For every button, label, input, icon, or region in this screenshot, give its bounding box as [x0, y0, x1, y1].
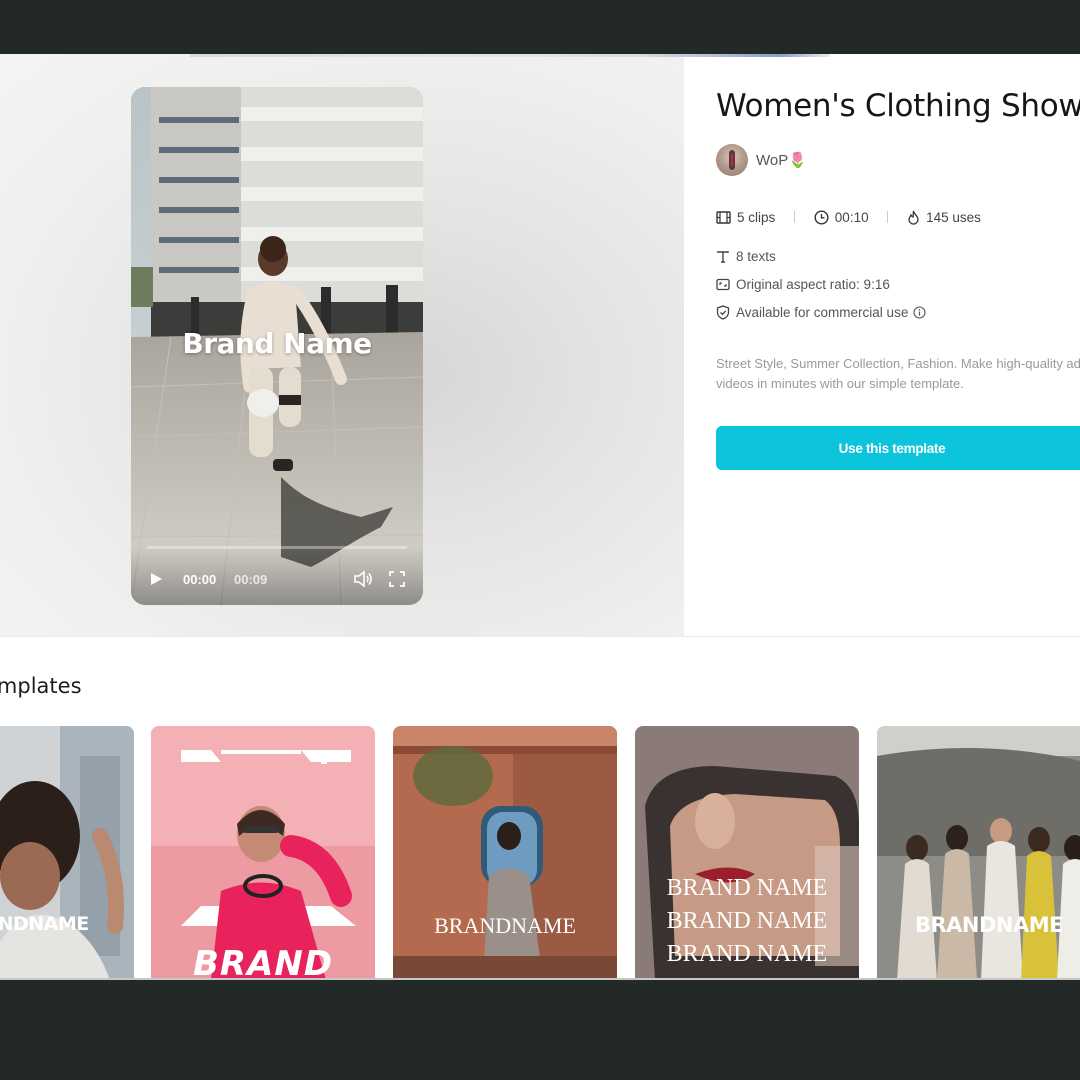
template-detail-page: Brand Name 00:00 00:09 Women's Clothing … [0, 54, 1080, 980]
author-name[interactable]: WoP🌷 [756, 151, 807, 169]
aspect-ratio-icon [716, 278, 730, 291]
template-card[interactable]: BRANDNAME [877, 726, 1080, 980]
info-icon[interactable] [913, 306, 926, 319]
fullscreen-icon[interactable] [389, 571, 405, 587]
player-controls: 00:00 00:09 [131, 547, 423, 605]
card-thumbnail [393, 726, 617, 980]
duration: 00:10 [834, 209, 869, 225]
card-thumbnail [877, 726, 1080, 980]
card-thumbnail [151, 726, 375, 980]
card-label: BRANDNAME [434, 913, 576, 938]
video-player[interactable]: Brand Name 00:00 00:09 [131, 87, 423, 605]
bottom-rule [0, 978, 1080, 980]
template-card[interactable]: BRAND [151, 726, 375, 980]
shield-check-icon [716, 305, 730, 320]
template-description: Street Style, Summer Collection, Fashion… [716, 356, 1080, 391]
card-label: BRANDNAME [0, 913, 89, 935]
uses-stat: 145 uses [907, 210, 981, 225]
card-label-stack: BRAND NAME BRAND NAME BRAND NAME [635, 872, 859, 971]
card-thumbnail [0, 726, 134, 980]
commercial-use: Available for commercial use [736, 305, 909, 320]
clips-stat: 5 clips [716, 210, 775, 225]
template-info-panel: Women's Clothing Show WoP🌷 5 clips 00:10… [716, 54, 1080, 636]
card-label: BRANDNAME [914, 913, 1064, 937]
play-icon[interactable] [149, 572, 163, 586]
duration-stat: 00:10 [814, 210, 869, 225]
text-icon [717, 250, 729, 263]
aspect-ratio-meta: Original aspect ratio: 9:16 [716, 277, 890, 292]
uses-count: 145 uses [926, 209, 981, 225]
preview-area: Brand Name 00:00 00:09 [0, 54, 830, 636]
current-time: 00:00 [183, 572, 217, 587]
section-divider [0, 636, 1080, 637]
template-stats: 5 clips 00:10 145 uses [716, 209, 981, 225]
card-label: BRAND NAME [666, 908, 828, 934]
template-card[interactable]: BRAND NAME BRAND NAME BRAND NAME [635, 726, 859, 980]
divider [887, 211, 889, 224]
clips-count: 5 clips [737, 209, 776, 225]
card-label: BRAND NAME [666, 941, 828, 967]
aspect-ratio: Original aspect ratio: 9:16 [736, 277, 890, 292]
film-icon [716, 211, 731, 224]
template-card[interactable]: BRANDNAME [393, 726, 617, 980]
flame-icon [908, 210, 919, 225]
commercial-meta: Available for commercial use [716, 305, 932, 320]
template-card[interactable]: BRANDNAME [0, 726, 134, 980]
overlay-title: Brand Name [182, 327, 372, 360]
related-templates-heading: emplates [0, 674, 82, 698]
card-label: BRAND NAME [666, 875, 828, 901]
template-title: Women's Clothing Show [716, 88, 1080, 124]
texts-count: 8 texts [736, 249, 776, 264]
use-template-button[interactable]: Use this template [716, 426, 1080, 470]
progress-bar[interactable] [147, 546, 407, 549]
card-label: BRAND [192, 944, 334, 980]
texts-meta: 8 texts [716, 249, 776, 264]
divider [794, 211, 796, 224]
total-time: 00:09 [234, 572, 268, 587]
use-template-label: Use this template [838, 440, 946, 456]
clock-icon [814, 210, 829, 225]
avatar[interactable] [716, 144, 748, 176]
volume-icon[interactable] [353, 570, 373, 588]
